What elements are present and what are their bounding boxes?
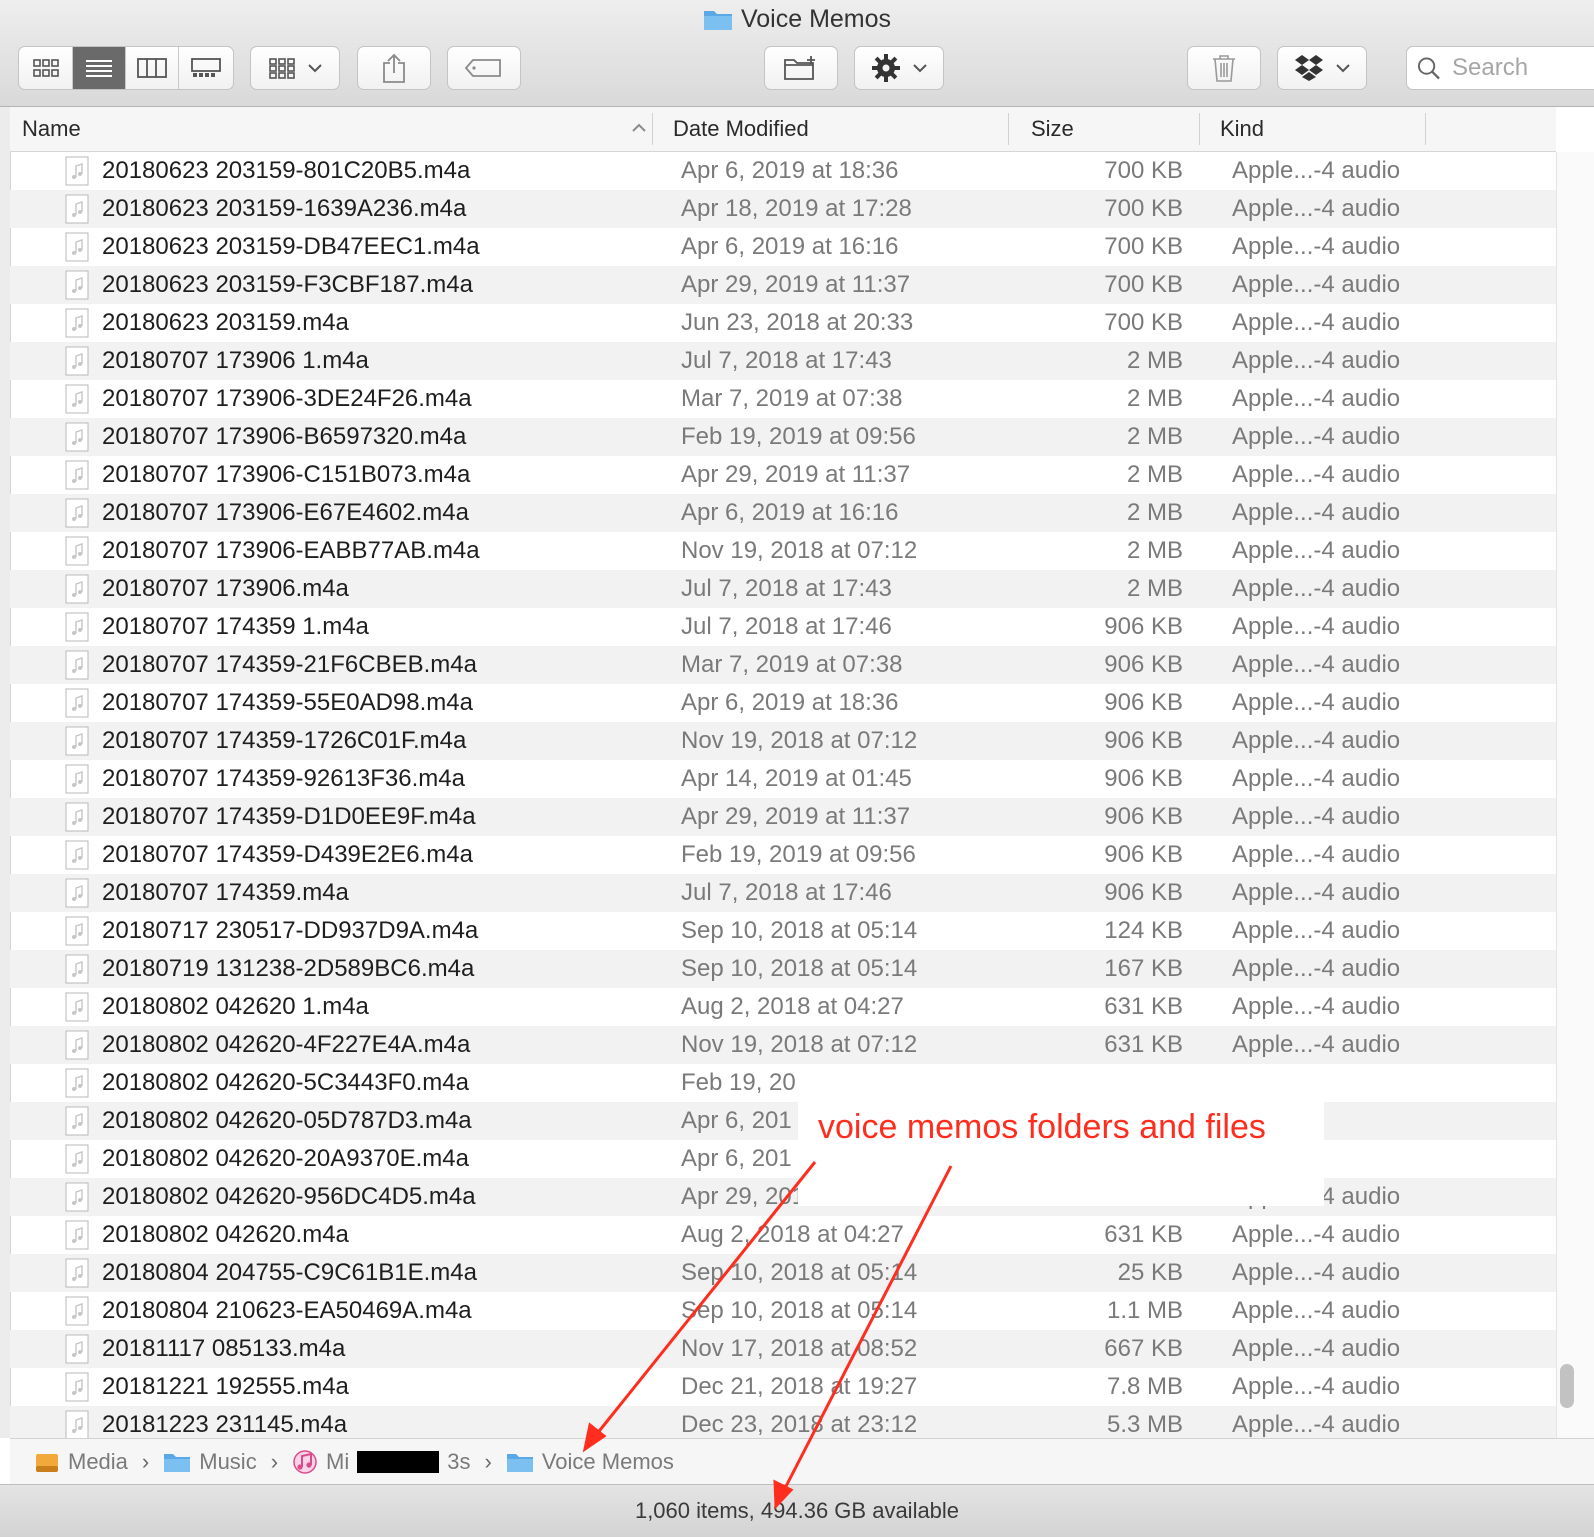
annotation-arrowhead	[773, 1479, 794, 1510]
annotation-arrow	[590, 1161, 817, 1441]
annotation-arrows	[582, 1161, 953, 1510]
annotation-arrow	[779, 1165, 953, 1497]
